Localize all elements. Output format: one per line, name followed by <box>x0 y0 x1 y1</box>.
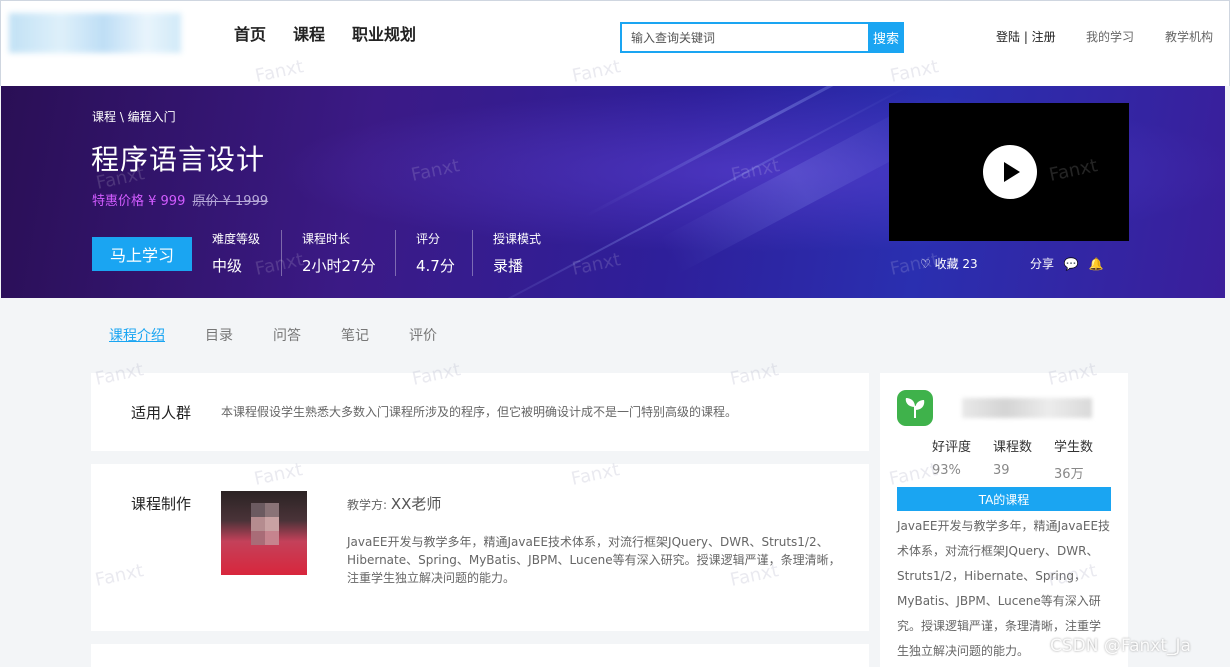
tab-qa[interactable]: 问答 <box>273 325 301 345</box>
audience-text: 本课程假设学生熟悉大多数入门课程所涉及的程序，但它被明确设计成不是一门特别高级的… <box>221 405 738 419</box>
login-register-link[interactable]: 登陆 | 注册 <box>996 28 1056 45</box>
stat-value: 36万 <box>1054 467 1084 482</box>
next-card <box>91 644 869 667</box>
stat-label: 学生数 <box>1054 440 1094 455</box>
stat-value: 39 <box>993 463 1010 478</box>
search-button[interactable]: 搜索 <box>868 22 904 53</box>
institution-stats: 好评度 93% 课程数 39 学生数 36万 <box>932 436 1093 482</box>
search-input[interactable] <box>620 22 868 53</box>
avatar-pixel <box>251 531 265 545</box>
teacher-bio: JavaEE开发与教学多年，精通JavaEE技术体系，对流行框架JQuery、D… <box>347 535 841 585</box>
main-nav: 首页 课程 职业规划 <box>234 21 416 45</box>
wechat-icon[interactable]: 💬 <box>1064 257 1079 271</box>
meta-mode: 授课模式 录播 <box>472 230 541 276</box>
meta-label: 课程时长 <box>302 232 351 246</box>
tab-catalog[interactable]: 目录 <box>205 325 233 345</box>
teacher-prefix: 教学方: <box>347 498 388 512</box>
meta-label: 评分 <box>416 232 441 246</box>
breadcrumb: 课程 \ 编程入门 <box>92 110 176 124</box>
ta-courses-button[interactable]: TA的课程 <box>897 487 1111 511</box>
sprout-icon[interactable] <box>897 390 933 426</box>
nav-courses[interactable]: 课程 <box>293 21 325 45</box>
start-learning-button[interactable]: 马上学习 <box>92 237 192 271</box>
sprout-icon-graphic <box>905 398 925 418</box>
video-player[interactable] <box>889 103 1129 241</box>
watermark-text: Fanxt <box>888 56 941 87</box>
top-header: 首页 课程 职业规划 搜索 登陆 | 注册 我的学习 教学机构 Fanxt Fa… <box>0 0 1230 87</box>
meta-label: 难度等级 <box>212 232 261 246</box>
stat-label: 课程数 <box>993 440 1033 455</box>
my-learning-link[interactable]: 我的学习 <box>1086 28 1134 45</box>
course-title: 程序语言设计 <box>91 143 266 176</box>
production-card: 课程制作 教学方: XX老师 JavaEE开发与教学多年，精通JavaEE技术体… <box>91 464 869 631</box>
institutions-label[interactable]: 教学机构 <box>1165 30 1213 44</box>
meta-value: 录播 <box>493 257 524 275</box>
favorite-button[interactable]: ♡ 收藏 23 <box>920 255 978 272</box>
meta-rating: 评分 4.7分 <box>395 230 455 276</box>
stat-label: 好评度 <box>932 440 972 455</box>
site-logo[interactable] <box>9 13 181 53</box>
csdn-watermark: CSDN @Fanxt_Ja <box>1050 636 1191 656</box>
institution-name[interactable] <box>962 398 1092 418</box>
share-label: 分享 <box>1030 257 1055 271</box>
avatar-pixel <box>251 503 265 517</box>
login-register-label[interactable]: 登陆 | 注册 <box>996 30 1056 44</box>
search-bar: 搜索 <box>620 22 904 53</box>
course-banner: 课程 \ 编程入门 程序语言设计 特惠价格 ¥ 999 原价 ¥ 1999 马上… <box>1 86 1225 298</box>
teacher-line: 教学方: XX老师 <box>347 493 441 514</box>
avatar-pixel <box>265 517 279 531</box>
nav-home[interactable]: 首页 <box>234 21 266 45</box>
avatar-pixel <box>265 531 279 545</box>
tab-intro[interactable]: 课程介绍 <box>109 325 165 345</box>
avatar-pixel <box>265 503 279 517</box>
original-price: 原价 ¥ 1999 <box>192 194 269 209</box>
nav-career[interactable]: 职业规划 <box>352 21 416 45</box>
production-label: 课程制作 <box>131 495 192 513</box>
stat-students: 学生数 36万 <box>1054 436 1093 482</box>
play-icon[interactable] <box>983 145 1037 199</box>
meta-value: 中级 <box>212 257 243 275</box>
watermark-text: Fanxt <box>409 155 462 186</box>
meta-difficulty: 难度等级 中级 <box>212 230 260 276</box>
meta-value: 2小时27分 <box>302 257 376 275</box>
teacher-avatar <box>221 491 307 575</box>
audience-label: 适用人群 <box>131 404 192 422</box>
sale-price: 特惠价格 ¥ 999 <box>92 194 186 209</box>
price-info: 特惠价格 ¥ 999 原价 ¥ 1999 <box>92 190 268 209</box>
watermark-text: Fanxt <box>570 249 623 280</box>
course-tabs: 课程介绍 目录 问答 笔记 评价 <box>109 325 437 345</box>
avatar-pixel <box>251 517 265 531</box>
stat-rating: 好评度 93% <box>932 436 971 482</box>
institutions-link[interactable]: 教学机构 <box>1165 28 1213 45</box>
tab-notes[interactable]: 笔记 <box>341 325 369 345</box>
stat-courses: 课程数 39 <box>993 436 1032 482</box>
stat-value: 93% <box>932 463 961 478</box>
share-area: 分享 💬 🔔 <box>1030 255 1104 272</box>
institution-panel: 好评度 93% 课程数 39 学生数 36万 TA的课程 JavaEE开发与教学… <box>880 373 1128 667</box>
meta-value: 4.7分 <box>416 257 455 275</box>
watermark-text: Fanxt <box>570 56 623 87</box>
teacher-name: XX老师 <box>390 495 442 513</box>
qq-icon[interactable]: 🔔 <box>1089 257 1104 271</box>
watermark-text: Fanxt <box>253 56 306 87</box>
audience-card: 适用人群 本课程假设学生熟悉大多数入门课程所涉及的程序，但它被明确设计成不是一门… <box>91 373 869 451</box>
my-learning-label[interactable]: 我的学习 <box>1086 30 1134 44</box>
meta-label: 授课模式 <box>493 232 542 246</box>
tab-reviews[interactable]: 评价 <box>409 325 437 345</box>
meta-duration: 课程时长 2小时27分 <box>281 230 376 276</box>
